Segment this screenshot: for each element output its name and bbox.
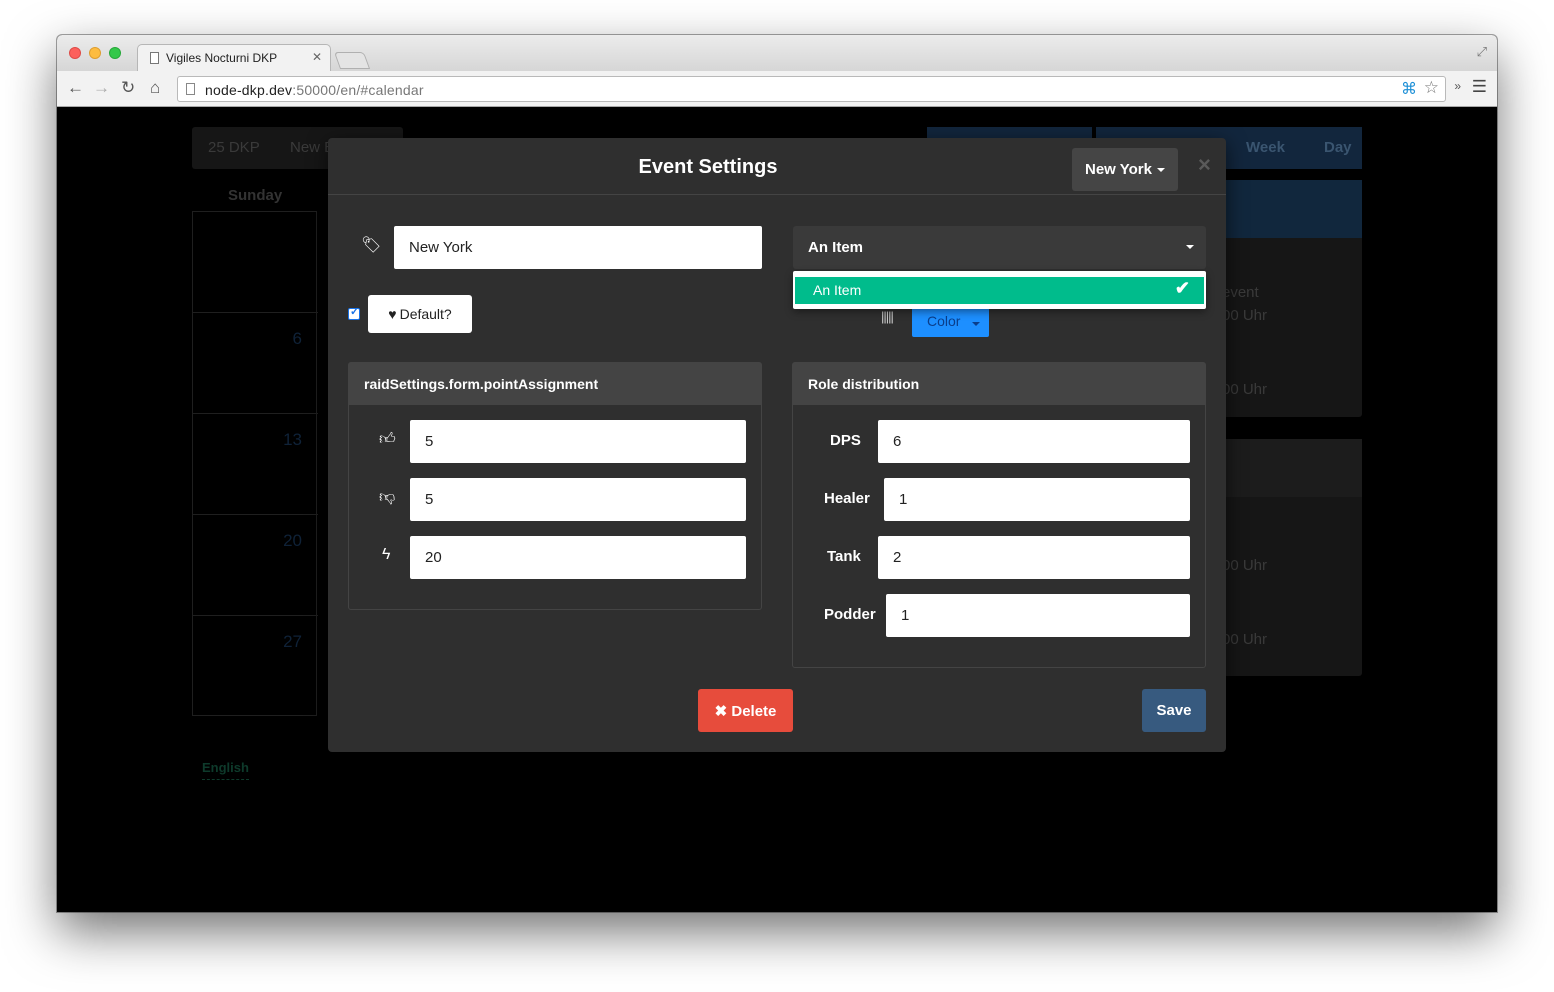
caret-down-icon — [972, 322, 980, 326]
item-dropdown-menu: An Item ✔ — [793, 271, 1206, 309]
calendar-cell: 13 — [193, 414, 318, 515]
panel-heading: Role distribution — [793, 363, 1205, 405]
page-content: 25 DKP New E Sunday 6 13 20 27 English W… — [57, 107, 1497, 912]
dkp-label: 25 DKP — [208, 139, 260, 156]
caret-down-icon — [1186, 245, 1194, 249]
event-name-input[interactable] — [394, 226, 762, 269]
modal-title: Event Settings — [638, 156, 778, 178]
calendar-cell — [193, 212, 318, 313]
event-settings-modal: Event Settings New York × 🏷︎ An Item ♥De… — [328, 138, 1226, 752]
points-bolt-input[interactable] — [410, 536, 746, 579]
heart-icon: ♥ — [388, 306, 397, 322]
bookmark-star-icon[interactable]: ☆ — [1424, 78, 1439, 98]
caret-down-icon — [1156, 168, 1165, 173]
home-icon[interactable]: ⌂ — [150, 78, 160, 98]
browser-tab[interactable]: Vigiles Nocturni DKP ✕ — [137, 44, 331, 71]
default-checkbox[interactable] — [348, 305, 360, 320]
window-maximize-button[interactable] — [109, 47, 121, 59]
modal-header: Event Settings New York × — [328, 138, 1226, 195]
barcode-icon: ||||| — [881, 309, 894, 324]
role-healer-input[interactable] — [884, 478, 1190, 521]
extension-icon[interactable]: ⌘ — [1401, 79, 1417, 99]
role-label-podder: Podder — [824, 606, 876, 623]
event-panel-header — [1222, 439, 1362, 497]
calendar-column: 6 13 20 27 — [192, 211, 318, 716]
thumbs-up-icon: 👍︎ — [379, 431, 396, 448]
event-time: 00 Uhr — [1222, 381, 1268, 398]
points-down-input[interactable] — [410, 478, 746, 521]
panel-heading: raidSettings.form.pointAssignment — [349, 363, 761, 405]
back-arrow-icon[interactable]: ← — [67, 78, 84, 98]
role-podder-input[interactable] — [886, 594, 1190, 637]
location-dropdown-button[interactable]: New York — [1072, 148, 1178, 191]
calendar-cell: 27 — [283, 632, 302, 651]
select-value: An Item — [808, 239, 864, 256]
language-link: English — [202, 760, 249, 780]
save-button[interactable]: Save — [1142, 689, 1206, 732]
reload-icon[interactable]: ↻ — [121, 78, 135, 98]
address-bar[interactable]: node-dkp.dev:50000/en/#calendar ⌘ ☆ — [177, 76, 1446, 102]
item-select[interactable]: An Item — [793, 226, 1206, 269]
window-close-button[interactable] — [69, 47, 81, 59]
remove-icon: ✖ — [714, 702, 728, 720]
window-minimize-button[interactable] — [89, 47, 101, 59]
event-panel: 00 Uhr 00 Uhr — [1222, 439, 1362, 676]
calendar-cell: 20 — [193, 515, 318, 616]
tab-title: Vigiles Nocturni DKP — [166, 51, 278, 65]
browser-window: Vigiles Nocturni DKP ✕ ⤢ ← → ↻ ⌂ node-dk… — [57, 35, 1497, 912]
points-up-input[interactable] — [410, 420, 746, 463]
view-button-week: Week — [1224, 127, 1299, 169]
event-text: event — [1222, 284, 1259, 301]
role-label-tank: Tank — [827, 548, 861, 565]
role-tank-input[interactable] — [878, 536, 1190, 579]
thumbs-down-icon: 👎︎ — [379, 489, 396, 506]
browser-toolbar: ← → ↻ ⌂ node-dkp.dev:50000/en/#calendar … — [57, 71, 1497, 107]
forward-arrow-icon[interactable]: → — [93, 78, 110, 98]
page-icon — [186, 83, 195, 95]
event-panel-header — [1222, 180, 1362, 238]
desktop: Vigiles Nocturni DKP ✕ ⤢ ← → ↻ ⌂ node-dk… — [0, 0, 1554, 992]
url-text: node-dkp.dev:50000/en/#calendar — [205, 82, 424, 98]
weekday-header: Sunday — [228, 187, 283, 204]
color-dropdown-button[interactable]: Color — [912, 308, 989, 337]
event-time: 00 Uhr — [1222, 557, 1268, 574]
window-titlebar: Vigiles Nocturni DKP ✕ ⤢ — [57, 35, 1497, 71]
tab-close-icon[interactable]: ✕ — [312, 50, 322, 64]
role-dps-input[interactable] — [878, 420, 1190, 463]
default-button[interactable]: ♥ Default? — [368, 295, 472, 333]
check-icon: ✔ — [1174, 278, 1190, 298]
event-time: 00 Uhr — [1222, 307, 1268, 324]
tag-icon: 🏷︎ — [361, 237, 382, 254]
new-tab-button[interactable] — [333, 52, 371, 69]
calendar-cell: 6 — [193, 313, 318, 414]
menu-icon[interactable]: ☰ — [1472, 77, 1487, 97]
event-time: 00 Uhr — [1222, 631, 1268, 648]
dropdown-item[interactable]: An Item ✔ — [795, 277, 1204, 304]
role-label-dps: DPS — [830, 432, 861, 449]
fullscreen-icon[interactable]: ⤢ — [1477, 44, 1487, 60]
point-assignment-panel: raidSettings.form.pointAssignment 👍︎ 👎︎ … — [348, 362, 762, 610]
view-button-day: Day — [1299, 127, 1362, 169]
delete-button[interactable]: ✖ Delete — [698, 689, 793, 732]
page-icon — [150, 52, 159, 64]
close-icon[interactable]: × — [1198, 152, 1211, 178]
chevron-more-icon[interactable]: » — [1454, 79, 1461, 93]
event-panel: event 00 Uhr 00 Uhr — [1222, 180, 1362, 417]
bolt-icon: ϟ — [382, 546, 391, 563]
role-distribution-panel: Role distribution DPS Healer Tank Podder — [792, 362, 1206, 668]
role-label-healer: Healer — [824, 490, 870, 507]
